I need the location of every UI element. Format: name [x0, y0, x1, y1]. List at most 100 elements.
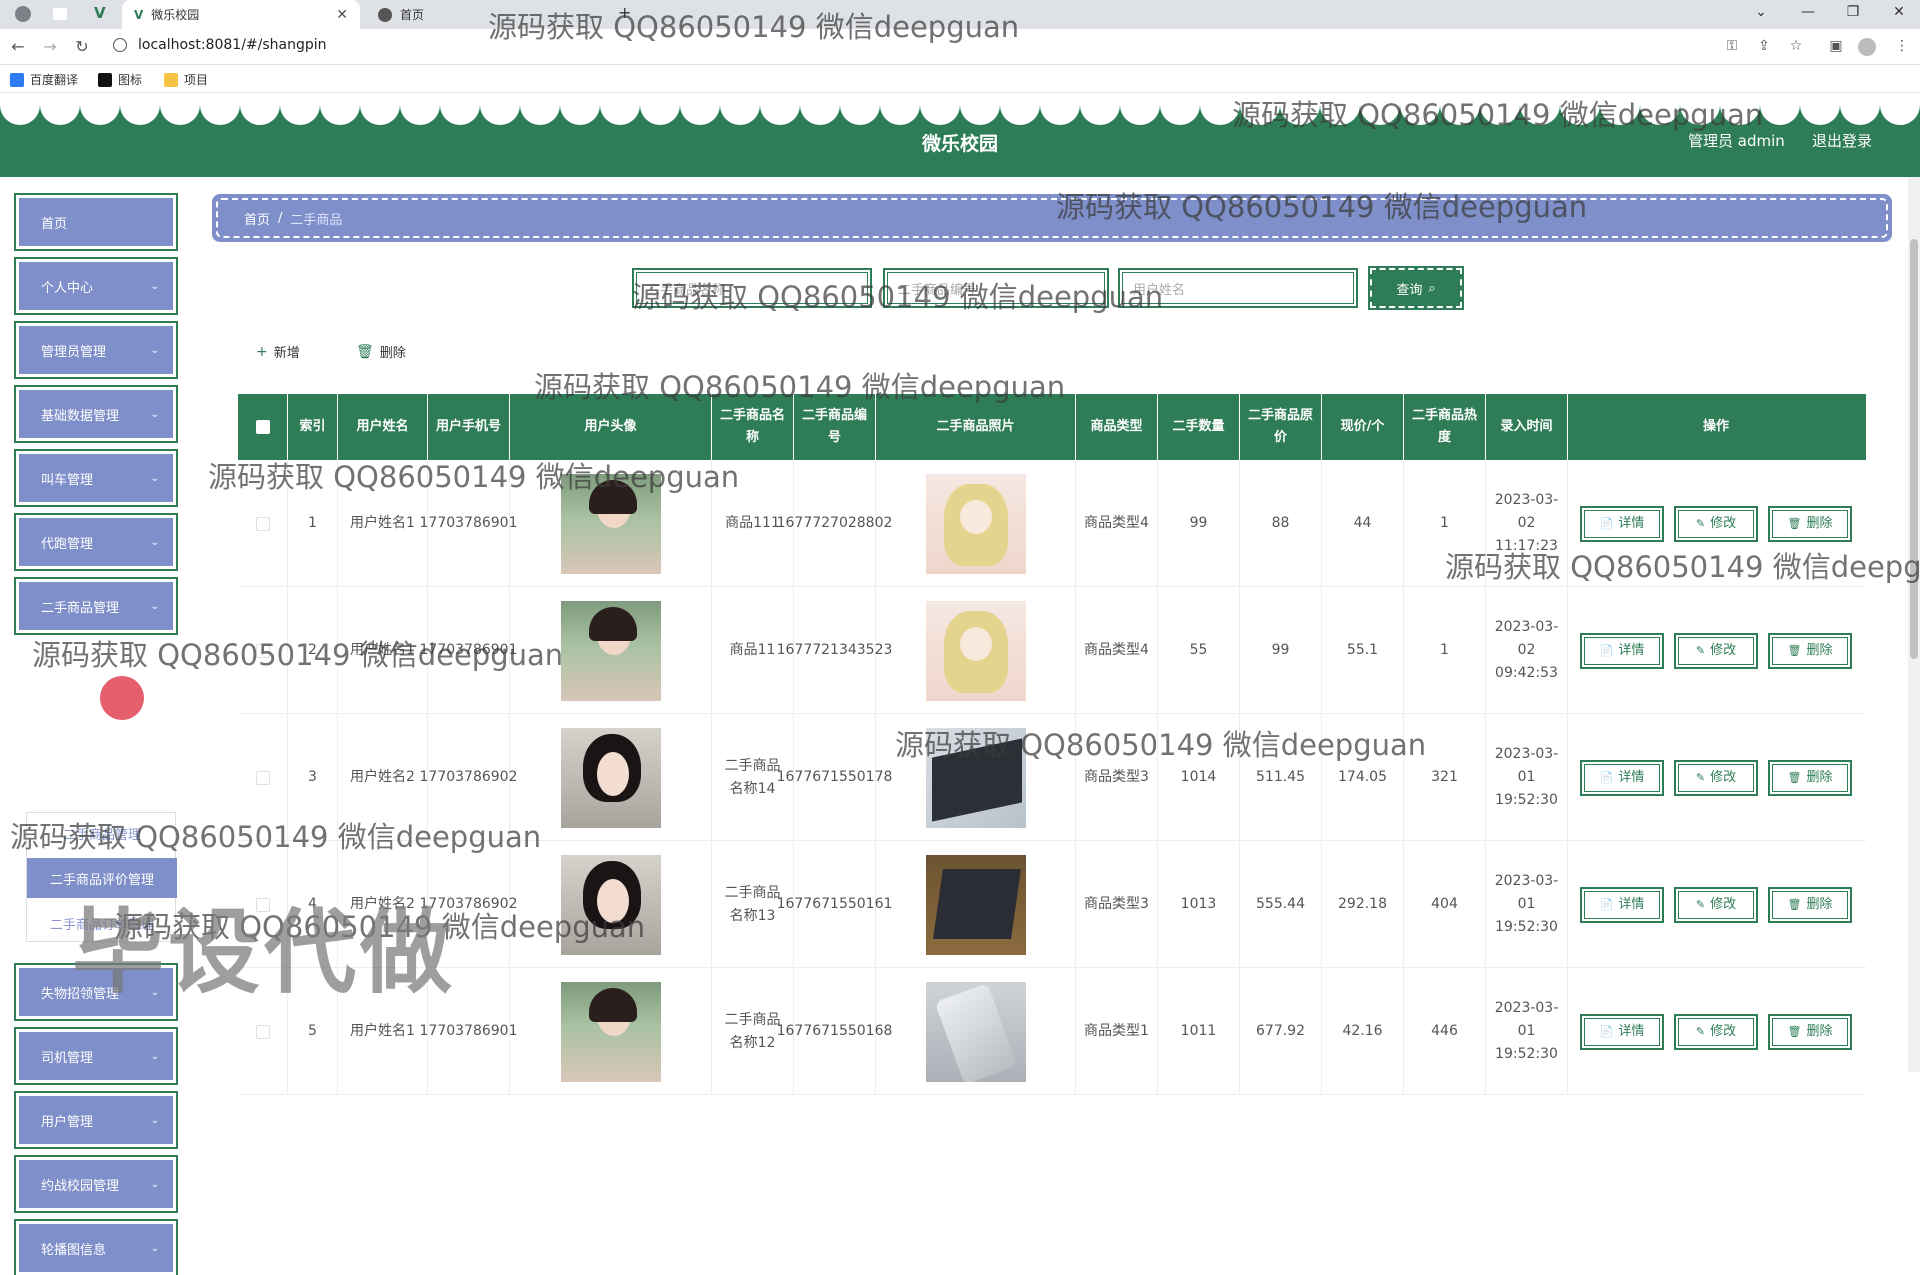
edit-button[interactable]: ✎ 修改 — [1674, 505, 1758, 542]
cell-price: 174.05 — [1322, 714, 1404, 841]
edit-button[interactable]: ✎ 修改 — [1674, 886, 1758, 923]
sidebar-item-admin[interactable]: 管理员管理 ⌄ — [14, 321, 178, 379]
sidebar-item-carousel[interactable]: 轮播图信息 ⌄ — [14, 1219, 178, 1275]
search-user-name-input[interactable]: 用户姓名 — [1118, 268, 1358, 308]
batch-delete-button[interactable]: 🗑 删除 — [356, 342, 406, 362]
breadcrumb-home[interactable]: 首页 — [244, 209, 270, 228]
cell-type: 商品类型3 — [1076, 841, 1158, 968]
sidebar-item-base-data[interactable]: 基础数据管理 ⌄ — [14, 385, 178, 443]
edit-button[interactable]: ✎ 修改 — [1674, 1013, 1758, 1050]
sidebar-item-taxi[interactable]: 叫车管理 ⌄ — [14, 449, 178, 507]
chevron-down-icon: ⌄ — [150, 536, 159, 548]
sidebar-item-lost-found[interactable]: 失物招领管理 ⌄ — [14, 963, 178, 1021]
details-button[interactable]: 📄 详情 — [1580, 632, 1664, 669]
delete-button[interactable]: 🗑 删除 — [1768, 1013, 1852, 1050]
details-button[interactable]: 📄 详情 — [1580, 1013, 1664, 1050]
scallop-shape — [1200, 97, 1240, 125]
logout-link[interactable]: 退出登录 — [1812, 130, 1872, 151]
row-select-cell — [238, 460, 288, 587]
share-icon[interactable]: ⇪ — [1754, 38, 1774, 54]
sidebar-item-home[interactable]: 首页 — [14, 193, 178, 251]
search-goods-code-input[interactable]: 二手商品编号 — [883, 268, 1109, 308]
sidebar-item-second-hand[interactable]: 二手商品管理 ⌄ — [14, 577, 178, 635]
details-button[interactable]: 📄 详情 — [1580, 505, 1664, 542]
row-checkbox[interactable] — [255, 770, 270, 785]
cell-type: 商品类型1 — [1076, 968, 1158, 1095]
details-button[interactable]: 📄 详情 — [1580, 886, 1664, 923]
minimize-icon[interactable]: — — [1793, 4, 1823, 20]
delete-button[interactable]: 🗑 删除 — [1768, 505, 1852, 542]
reload-icon[interactable]: ↻ — [72, 37, 92, 56]
breadcrumb: 首页 / 二手商品 — [212, 194, 1892, 242]
search-goods-name-input[interactable]: 二手商品名称 — [632, 268, 872, 308]
submenu-item-reviews[interactable]: 二手商品评价管理 — [27, 858, 177, 898]
edit-button[interactable]: ✎ 修改 — [1674, 759, 1758, 796]
vue-logo-icon[interactable]: V — [94, 4, 106, 22]
url-field[interactable]: localhost:8081/#/shangpin — [138, 37, 327, 53]
delete-button[interactable]: 🗑 删除 — [1768, 632, 1852, 669]
trash-icon: 🗑 — [1787, 517, 1802, 530]
new-tab-icon[interactable]: + — [618, 3, 631, 22]
page-scrollbar[interactable] — [1908, 177, 1920, 1072]
header-scallop-decoration — [0, 97, 1920, 125]
bookmark-project[interactable]: 项目 — [164, 71, 208, 88]
column-header: 用户手机号 — [428, 394, 510, 460]
pencil-icon: ✎ — [1695, 771, 1706, 784]
close-window-icon[interactable]: ✕ — [1884, 4, 1914, 20]
menu-kebab-icon[interactable]: ⋮ — [1892, 38, 1912, 54]
restore-icon[interactable]: ❐ — [1838, 4, 1868, 20]
close-icon[interactable]: ✕ — [336, 7, 348, 23]
details-label: 详情 — [1618, 897, 1645, 912]
submenu-item-orders[interactable]: 二手商品订单管理 — [27, 903, 177, 943]
site-info-icon[interactable] — [113, 38, 127, 52]
column-header: 商品类型 — [1076, 394, 1158, 460]
bookmark-baidu-translate[interactable]: 百度翻译 — [10, 71, 78, 88]
delete-button[interactable]: 🗑 删除 — [1768, 759, 1852, 796]
sidebar-item-campus-battle[interactable]: 约战校园管理 ⌄ — [14, 1155, 178, 1213]
cell-qty: 99 — [1158, 460, 1240, 587]
row-checkbox[interactable] — [255, 643, 270, 658]
edit-button[interactable]: ✎ 修改 — [1674, 632, 1758, 669]
profile-avatar-icon[interactable] — [1858, 38, 1876, 56]
key-icon[interactable]: ⚿ — [1722, 38, 1742, 54]
row-checkbox[interactable] — [255, 897, 270, 912]
tab-search-chevron-icon[interactable]: ⌄ — [1746, 4, 1776, 20]
add-button[interactable]: + 新增 — [256, 342, 300, 362]
bookmark-icons[interactable]: 图标 — [98, 71, 142, 88]
sidebar-item-driver[interactable]: 司机管理 ⌄ — [14, 1027, 178, 1085]
browser-profile-icon[interactable] — [15, 6, 31, 22]
scallop-shape — [400, 97, 440, 125]
cell-orig-price: 99 — [1240, 587, 1322, 714]
tab-weile-campus[interactable]: V 微乐校园 ✕ — [122, 0, 360, 29]
tab-home[interactable]: 首页 — [366, 0, 606, 29]
sidebar-item-label: 司机管理 — [41, 1050, 94, 1066]
breadcrumb-separator: / — [278, 210, 283, 226]
select-all-header[interactable] — [238, 394, 288, 460]
tab-page-icon[interactable] — [53, 8, 67, 20]
star-icon[interactable]: ☆ — [1786, 38, 1806, 54]
sidebar-item-user[interactable]: 用户管理 ⌄ — [14, 1091, 178, 1149]
row-checkbox[interactable] — [255, 1024, 270, 1039]
sidebar-item-label: 用户管理 — [41, 1114, 94, 1130]
scallop-shape — [0, 97, 40, 125]
scallop-shape — [1520, 97, 1560, 125]
sidebar: 首页 个人中心 ⌄ 管理员管理 ⌄ 基础数据管理 ⌄ 叫车管理 ⌄ 代跑管理 ⌄ 二手商品管理 ⌄ 失物招… — [0, 177, 200, 1275]
delete-button[interactable]: 🗑 删除 — [1768, 886, 1852, 923]
sidebar-item-errand[interactable]: 代跑管理 ⌄ — [14, 513, 178, 571]
sidepanel-icon[interactable]: ▣ — [1826, 38, 1846, 54]
forward-icon[interactable]: → — [40, 37, 60, 56]
search-button[interactable]: 查询 ⌕ — [1368, 266, 1464, 310]
submenu-item-goods[interactable]: 二手商品管理 — [27, 813, 177, 853]
row-checkbox[interactable] — [255, 516, 270, 531]
scrollbar-thumb[interactable] — [1910, 239, 1918, 659]
back-icon[interactable]: ← — [8, 37, 28, 56]
goods-photo-cell — [876, 460, 1076, 587]
cell-code: 1677727028802 — [777, 460, 892, 587]
cell-user-name: 用户姓名1 — [338, 587, 428, 714]
sidebar-item-label: 基础数据管理 — [41, 408, 120, 424]
select-all-checkbox[interactable] — [255, 420, 270, 434]
scallop-shape — [120, 97, 160, 125]
table-header: 索引 用户姓名 用户手机号 用户头像 二手商品名称 二手商品编号 二手商品照片 商品类型 二手数… — [238, 394, 1866, 460]
scallop-shape — [1680, 97, 1720, 125]
details-button[interactable]: 📄 详情 — [1580, 759, 1664, 796]
